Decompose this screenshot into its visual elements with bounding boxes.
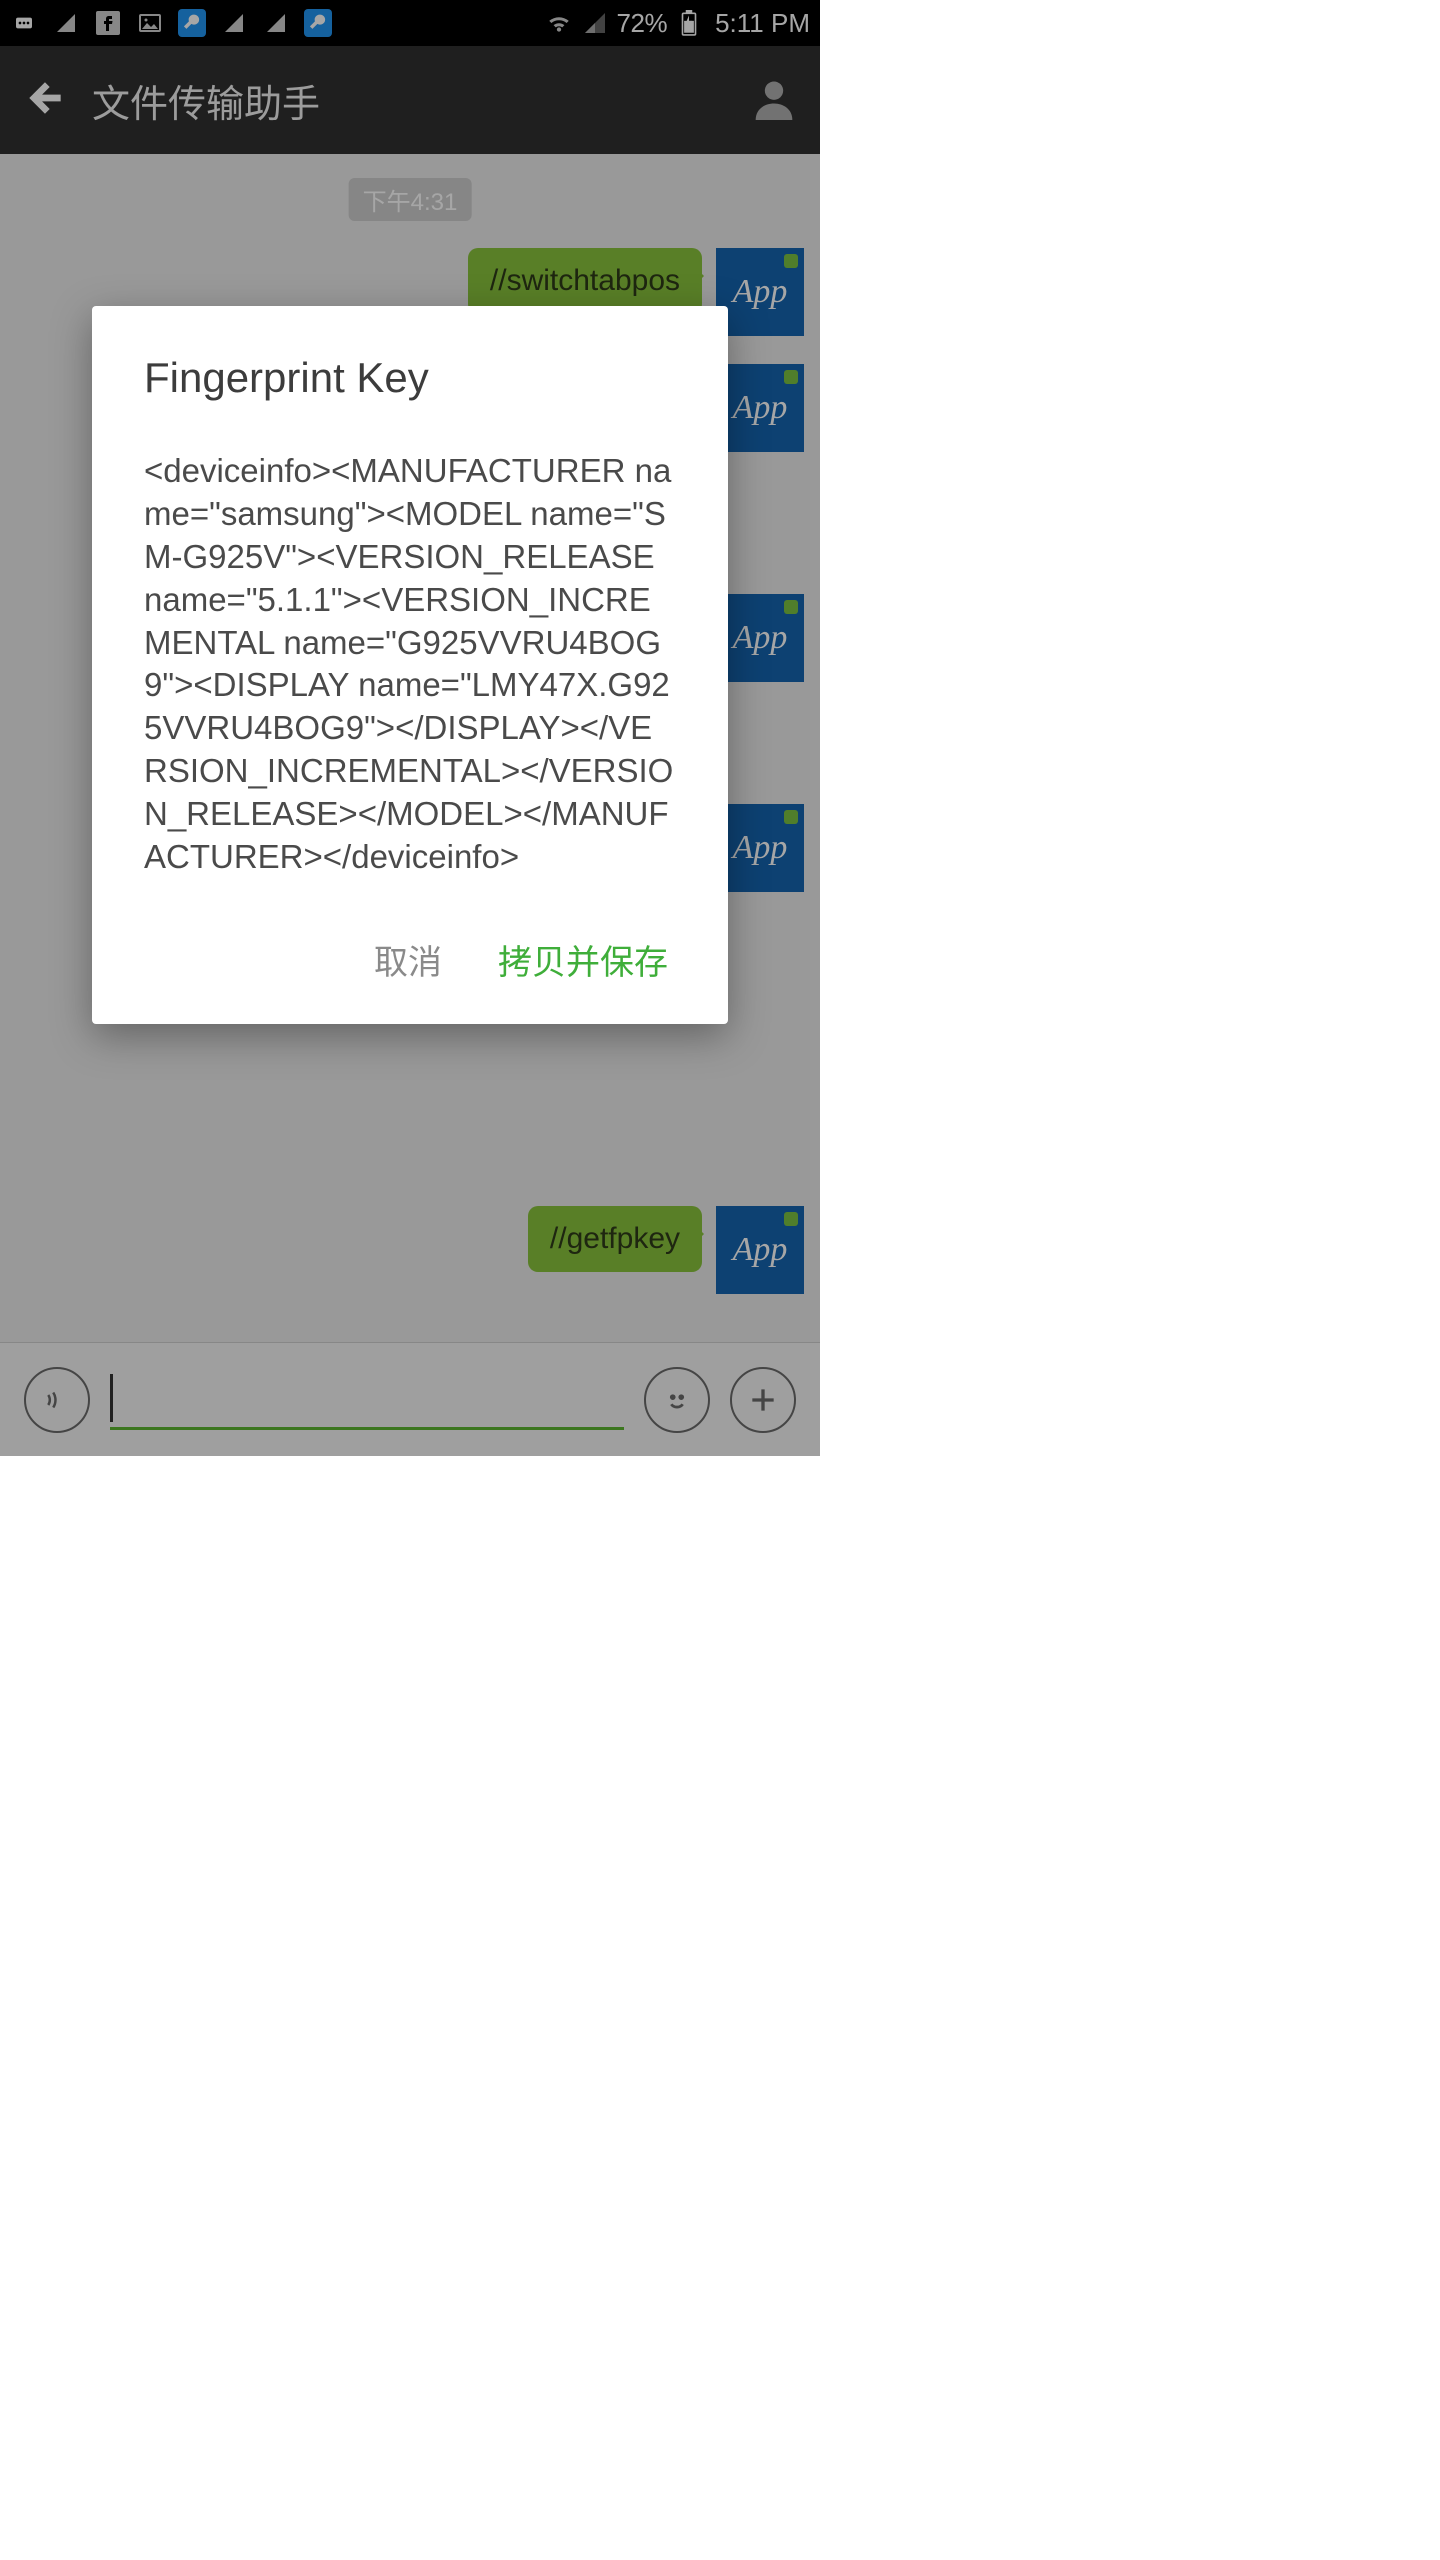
cancel-button[interactable]: 取消 xyxy=(374,935,442,984)
copy-save-button[interactable]: 拷贝并保存 xyxy=(498,935,668,984)
dialog-body: <deviceinfo><MANUFACTURER name="samsung"… xyxy=(144,450,676,879)
dialog-actions: 取消 拷贝并保存 xyxy=(144,935,676,984)
fingerprint-dialog: Fingerprint Key <deviceinfo><MANUFACTURE… xyxy=(92,306,728,1024)
dialog-title: Fingerprint Key xyxy=(144,354,676,402)
